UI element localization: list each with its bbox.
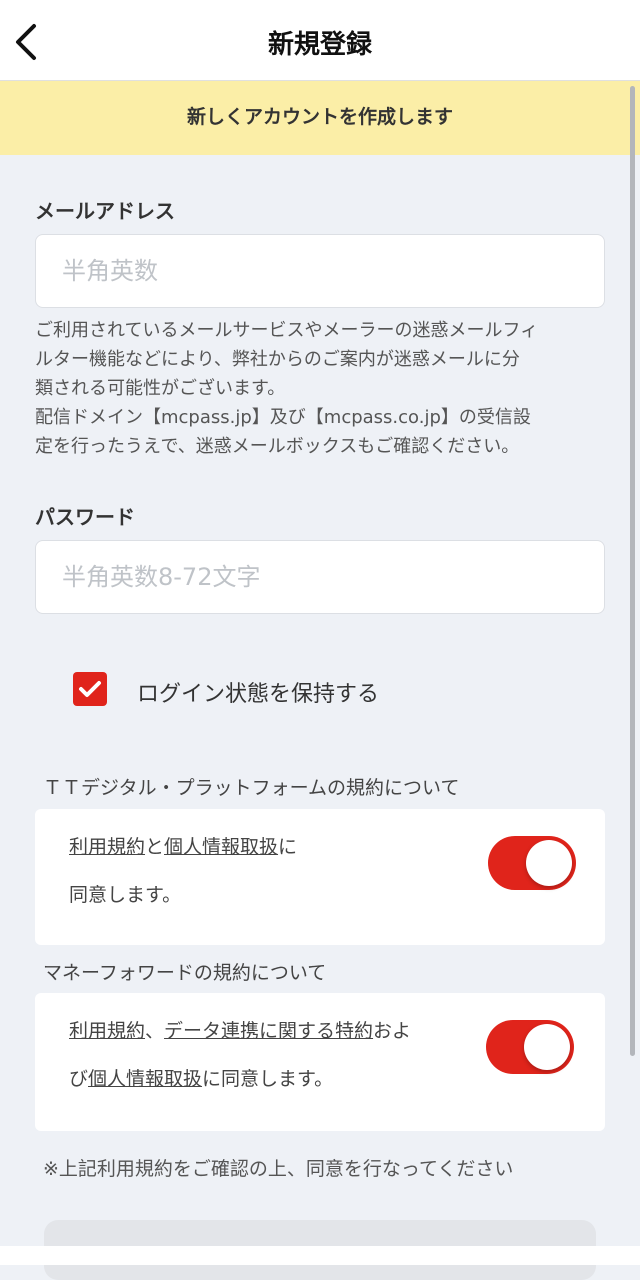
- header-bar: 新規登録: [0, 0, 640, 81]
- email-label: メールアドレス: [35, 199, 175, 223]
- mf-agree-toggle[interactable]: [486, 1020, 574, 1074]
- tt-terms-link[interactable]: 利用規約: [69, 836, 145, 858]
- tt-and-text: と: [145, 836, 165, 858]
- email-note-line: ご利用されているメールサービスやメーラーの迷惑メールフィ: [35, 320, 539, 341]
- tt-terms-card: 利用規約と個人情報取扱に 同意します。: [35, 809, 605, 945]
- page-title: 新規登録: [267, 30, 372, 60]
- checkmark-icon: [79, 681, 101, 697]
- mf-bi-text: び: [69, 1068, 89, 1090]
- bottom-bar: [0, 1246, 640, 1265]
- toggle-knob: [526, 840, 572, 886]
- tt-suffix-text: に: [278, 836, 298, 858]
- tt-terms-text: 利用規約と個人情報取扱に 同意します。: [69, 823, 297, 919]
- password-field[interactable]: [35, 540, 605, 614]
- password-label: パスワード: [35, 505, 135, 529]
- tt-terms-section-title: ＴＴデジタル・プラットフォームの規約について: [43, 777, 460, 799]
- email-field[interactable]: [35, 234, 605, 308]
- email-note-line: 定を行ったうえで、迷惑メールボックスもご確認ください。: [35, 436, 520, 457]
- tt-agree-text: 同意します。: [69, 884, 182, 906]
- mf-comma-text: 、: [145, 1020, 165, 1042]
- mf-data-link[interactable]: データ連携に関する特約: [164, 1020, 373, 1042]
- mf-terms-section-title: マネーフォワードの規約について: [43, 962, 327, 984]
- toggle-knob: [524, 1024, 570, 1070]
- remember-label: ログイン状態を保持する: [137, 682, 380, 707]
- remember-checkbox[interactable]: [73, 672, 107, 706]
- mf-terms-link[interactable]: 利用規約: [69, 1020, 145, 1042]
- tt-privacy-link[interactable]: 個人情報取扱: [164, 836, 278, 858]
- tt-agree-toggle[interactable]: [488, 836, 576, 890]
- mf-suffix-text: に同意します。: [202, 1068, 334, 1090]
- agreement-footnote: ※上記利用規約をご確認の上、同意を行なってください: [43, 1158, 514, 1180]
- email-note-line: 配信ドメイン【mcpass.jp】及び【mcpass.co.jp】の受信設: [35, 407, 531, 428]
- email-note: ご利用されているメールサービスやメーラーの迷惑メールフィ ルター機能などにより、…: [35, 316, 610, 461]
- email-note-line: 類される可能性がございます。: [35, 378, 286, 399]
- mf-oyo-text: およ: [373, 1020, 412, 1042]
- mf-terms-text: 利用規約、データ連携に関する特約およ び個人情報取扱に同意します。: [69, 1007, 411, 1103]
- mf-privacy-link[interactable]: 個人情報取扱: [88, 1068, 202, 1090]
- mf-terms-card: 利用規約、データ連携に関する特約およ び個人情報取扱に同意します。: [35, 993, 605, 1131]
- info-banner: 新しくアカウントを作成します: [0, 81, 640, 155]
- scrollbar[interactable]: [630, 86, 635, 1056]
- email-note-line: ルター機能などにより、弊社からのご案内が迷惑メールに分: [35, 349, 520, 370]
